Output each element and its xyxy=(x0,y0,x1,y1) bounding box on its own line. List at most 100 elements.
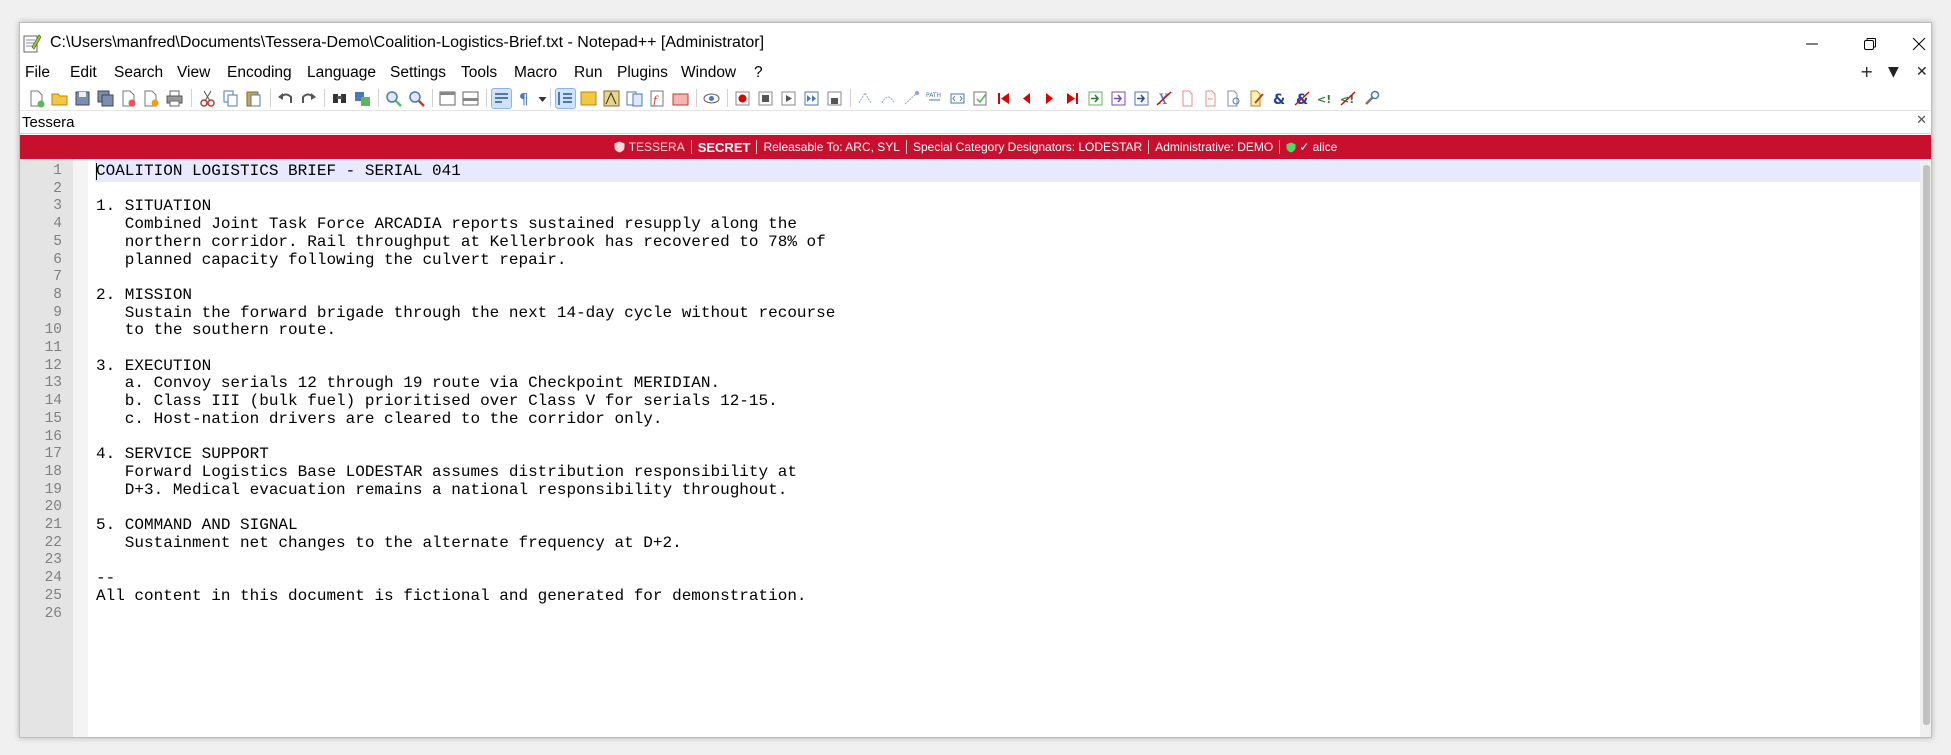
plugin-path-icon[interactable]: PATH xyxy=(925,89,944,108)
restore-button[interactable] xyxy=(1841,23,1899,65)
toolbar-separator xyxy=(432,89,433,107)
plugin-ampersand-strike-icon[interactable]: & xyxy=(1293,89,1312,108)
menu-file[interactable]: File xyxy=(25,64,50,82)
plugin-doc-search-icon[interactable] xyxy=(1224,89,1243,108)
plugin-strike-icon[interactable]: X xyxy=(1155,89,1174,108)
plugin-ampersand-icon[interactable]: & xyxy=(1270,89,1289,108)
toolbar-separator xyxy=(378,89,379,107)
minimize-icon xyxy=(1806,43,1818,45)
menu-run[interactable]: Run xyxy=(574,64,602,82)
vertical-scrollbar-thumb[interactable] xyxy=(1923,165,1930,725)
replace-icon[interactable] xyxy=(353,89,372,108)
toolbar-separator xyxy=(324,89,325,107)
zoom-in-icon[interactable] xyxy=(384,89,403,108)
menu-settings[interactable]: Settings xyxy=(390,64,446,82)
plugin-tag-strike-icon[interactable]: <! xyxy=(1339,89,1358,108)
folder-as-workspace-icon[interactable] xyxy=(671,89,690,108)
zoom-out-icon[interactable] xyxy=(407,89,426,108)
monitoring-eye-icon[interactable] xyxy=(702,89,721,108)
verified-user-label: ✓ alice xyxy=(1299,140,1338,154)
undo-icon[interactable] xyxy=(276,89,295,108)
print-icon[interactable] xyxy=(165,89,184,108)
tessera-panel-header: Tessera ✕ xyxy=(20,112,1931,134)
plugin-import-blue-icon[interactable] xyxy=(1132,89,1151,108)
menu-plugins[interactable]: Plugins xyxy=(617,64,668,82)
tessera-panel-title: Tessera xyxy=(22,114,75,131)
plugin-tool-1-icon[interactable] xyxy=(856,89,875,108)
plugin-tool-4-icon[interactable] xyxy=(948,89,967,108)
plugin-wrench-icon[interactable] xyxy=(1362,89,1381,108)
plugin-bookmark-first-icon[interactable] xyxy=(994,89,1013,108)
plugin-bookmark-next-icon[interactable] xyxy=(1040,89,1059,108)
plugin-import-purple-icon[interactable] xyxy=(1109,89,1128,108)
menu-macro[interactable]: Macro xyxy=(514,64,557,82)
run-macro-multiple-icon[interactable] xyxy=(802,89,821,108)
close-window-button[interactable] xyxy=(1899,23,1931,65)
show-symbol-dropdown-icon[interactable] xyxy=(533,89,547,108)
close-document-icon[interactable]: ✕ xyxy=(1916,64,1928,80)
title-bar[interactable]: C:\Users\manfred\Documents\Tessera-Demo\… xyxy=(20,23,1931,65)
minimize-button[interactable] xyxy=(1783,23,1841,65)
administrative-marking: Administrative: DEMO xyxy=(1155,140,1274,154)
close-all-icon[interactable] xyxy=(142,89,161,108)
save-icon[interactable] xyxy=(73,89,92,108)
play-macro-icon[interactable] xyxy=(779,89,798,108)
tab-list-dropdown-icon[interactable]: ▼ xyxy=(1888,64,1899,80)
text-editor[interactable]: 1 COALITION LOGISTICS BRIEF - SERIAL 041 2… xyxy=(20,159,1920,737)
plugin-doc-1-icon[interactable] xyxy=(1178,89,1197,108)
plugin-doc-edit-icon[interactable] xyxy=(1247,89,1266,108)
find-icon[interactable] xyxy=(330,89,349,108)
save-macro-icon[interactable] xyxy=(825,89,844,108)
verified-user[interactable]: ✓ alice xyxy=(1280,140,1343,154)
vertical-scrollbar[interactable] xyxy=(1920,159,1931,737)
tessera-brand: TESSERA xyxy=(608,140,691,154)
stop-macro-icon[interactable] xyxy=(756,89,775,108)
menu-tools[interactable]: Tools xyxy=(461,64,497,82)
plugin-tool-5-icon[interactable] xyxy=(971,89,990,108)
plugin-doc-2-icon[interactable] xyxy=(1201,89,1220,108)
plugin-bookmark-last-icon[interactable] xyxy=(1063,89,1082,108)
plugin-import-green-icon[interactable] xyxy=(1086,89,1105,108)
menu-language[interactable]: Language xyxy=(307,64,376,82)
show-all-characters-icon[interactable]: ¶ xyxy=(515,89,534,108)
cut-icon[interactable] xyxy=(198,89,217,108)
menu-help[interactable]: ? xyxy=(754,64,763,82)
classification-level: SECRET xyxy=(697,139,751,155)
document-map-icon[interactable] xyxy=(602,89,621,108)
menu-view[interactable]: View xyxy=(177,64,210,82)
plugin-bookmark-prev-icon[interactable] xyxy=(1017,89,1036,108)
shield-icon xyxy=(614,141,625,153)
line-text[interactable] xyxy=(95,603,1920,625)
new-tab-plus-icon[interactable]: + xyxy=(1860,62,1873,81)
menu-search[interactable]: Search xyxy=(114,64,163,82)
notepadpp-app-icon xyxy=(23,33,42,53)
indent-guide-icon[interactable] xyxy=(555,88,576,109)
plugin-tag-icon[interactable]: <! xyxy=(1316,89,1335,108)
paste-icon[interactable] xyxy=(244,89,263,108)
plugin-tool-2-icon[interactable] xyxy=(879,89,898,108)
sync-vertical-icon[interactable] xyxy=(438,89,457,108)
document-list-icon[interactable] xyxy=(625,89,644,108)
menu-edit[interactable]: Edit xyxy=(70,64,97,82)
menu-window[interactable]: Window xyxy=(681,64,736,82)
toolbar-separator xyxy=(696,89,697,107)
menu-encoding[interactable]: Encoding xyxy=(227,64,292,82)
menu-bar: File Edit Search View Encoding Language … xyxy=(20,61,1931,85)
sync-horizontal-icon[interactable] xyxy=(461,89,480,108)
new-file-icon[interactable] xyxy=(27,89,46,108)
copy-icon[interactable] xyxy=(221,89,240,108)
panel-close-icon[interactable]: ✕ xyxy=(1916,113,1927,128)
word-wrap-icon[interactable] xyxy=(491,88,512,109)
editor-line[interactable]: 26 xyxy=(20,603,1920,625)
close-file-icon[interactable] xyxy=(119,89,138,108)
open-file-icon[interactable] xyxy=(50,89,69,108)
save-all-icon[interactable] xyxy=(96,89,115,108)
toolbar-separator xyxy=(550,89,551,107)
record-macro-icon[interactable] xyxy=(733,89,752,108)
function-list-icon[interactable]: f xyxy=(648,89,667,108)
svg-text:¶: ¶ xyxy=(519,90,529,108)
plugin-tool-3-icon[interactable] xyxy=(902,89,921,108)
user-defined-language-icon[interactable] xyxy=(579,89,598,108)
redo-icon[interactable] xyxy=(299,89,318,108)
special-category-designators: Special Category Designators: LODESTAR xyxy=(912,140,1143,154)
